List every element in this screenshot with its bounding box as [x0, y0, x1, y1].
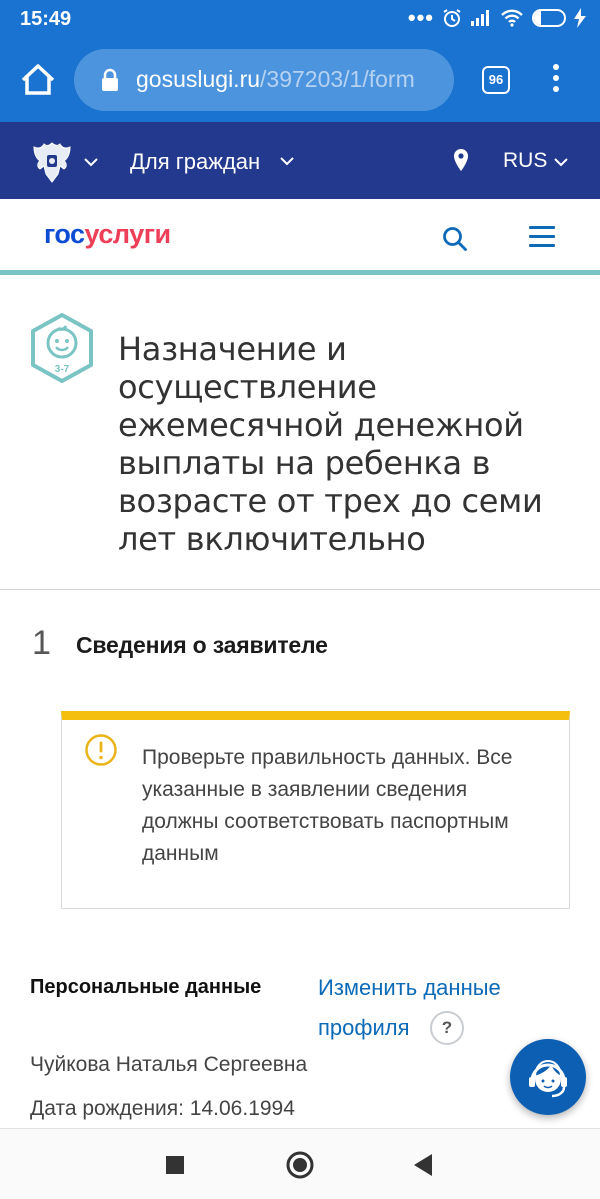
age-badge: 3-7: [55, 364, 70, 375]
battery-level: 22: [542, 12, 556, 24]
browser-menu-icon[interactable]: [548, 64, 564, 98]
search-icon[interactable]: [441, 225, 469, 253]
step-title: Сведения о заявителе: [76, 632, 328, 658]
location-pin-icon[interactable]: [452, 148, 470, 172]
url-bar[interactable]: gosuslugi.ru/397203/1/form: [74, 49, 454, 111]
site-top-bar: Для граждан RUS: [0, 122, 600, 199]
gosuslugi-logo[interactable]: госуслуги: [44, 219, 171, 250]
page-title: Назначение и осуществление ежемесячной д…: [118, 330, 543, 558]
wifi-icon: [501, 9, 523, 27]
warning-text: Проверьте правильность данных. Все указа…: [142, 746, 513, 865]
tab-switcher-button[interactable]: 96: [482, 66, 510, 94]
chevron-down-icon[interactable]: [280, 156, 294, 166]
back-icon[interactable]: [413, 1153, 433, 1177]
charging-icon: [574, 8, 586, 28]
help-icon[interactable]: ?: [430, 1011, 464, 1045]
logo-row: госуслуги: [0, 199, 600, 275]
nav-home-icon[interactable]: [285, 1150, 315, 1180]
status-time: 15:49: [20, 8, 72, 30]
child-face-icon: 3-7: [31, 313, 93, 383]
system-nav-bar: [0, 1128, 600, 1199]
edit-profile-link[interactable]: Изменить данные профиля: [318, 968, 538, 1048]
coat-of-arms-icon[interactable]: [28, 139, 76, 185]
chevron-down-icon[interactable]: [84, 157, 98, 167]
language-selector[interactable]: RUS: [503, 149, 547, 173]
operator-headset-icon: [529, 1059, 567, 1098]
birth-date: Дата рождения: 14.06.1994: [30, 1097, 295, 1120]
browser-chrome: 15:49 ••• 22 gosuslugi.ru/397203/1/form …: [0, 0, 600, 122]
exclamation-icon: [85, 734, 117, 766]
logo-part-1: гос: [44, 219, 85, 249]
for-citizens-menu[interactable]: Для граждан: [130, 149, 260, 175]
home-icon[interactable]: [18, 60, 58, 100]
url-text: gosuslugi.ru/397203/1/form: [136, 66, 448, 93]
applicant-name: Чуйкова Наталья Сергеевна: [30, 1053, 308, 1076]
more-dots-icon: •••: [407, 5, 434, 30]
logo-part-2: услуги: [84, 219, 172, 249]
alarm-icon: [443, 9, 461, 27]
status-icons: ••• 22: [408, 7, 586, 29]
personal-data-heading: Персональные данные: [30, 976, 262, 998]
step-number: 1: [32, 624, 51, 662]
support-chat-button[interactable]: [510, 1039, 586, 1115]
signal-icon: [471, 10, 489, 26]
recent-apps-icon[interactable]: [166, 1156, 184, 1174]
chevron-down-icon[interactable]: [554, 157, 568, 167]
hamburger-menu-icon[interactable]: [529, 226, 555, 248]
url-host: gosuslugi.ru: [136, 66, 261, 92]
battery-icon: 22: [532, 9, 566, 27]
lock-icon: [102, 68, 118, 91]
url-path: /397203/1/form: [260, 66, 415, 92]
status-bar: 15:49 ••• 22: [0, 0, 600, 38]
